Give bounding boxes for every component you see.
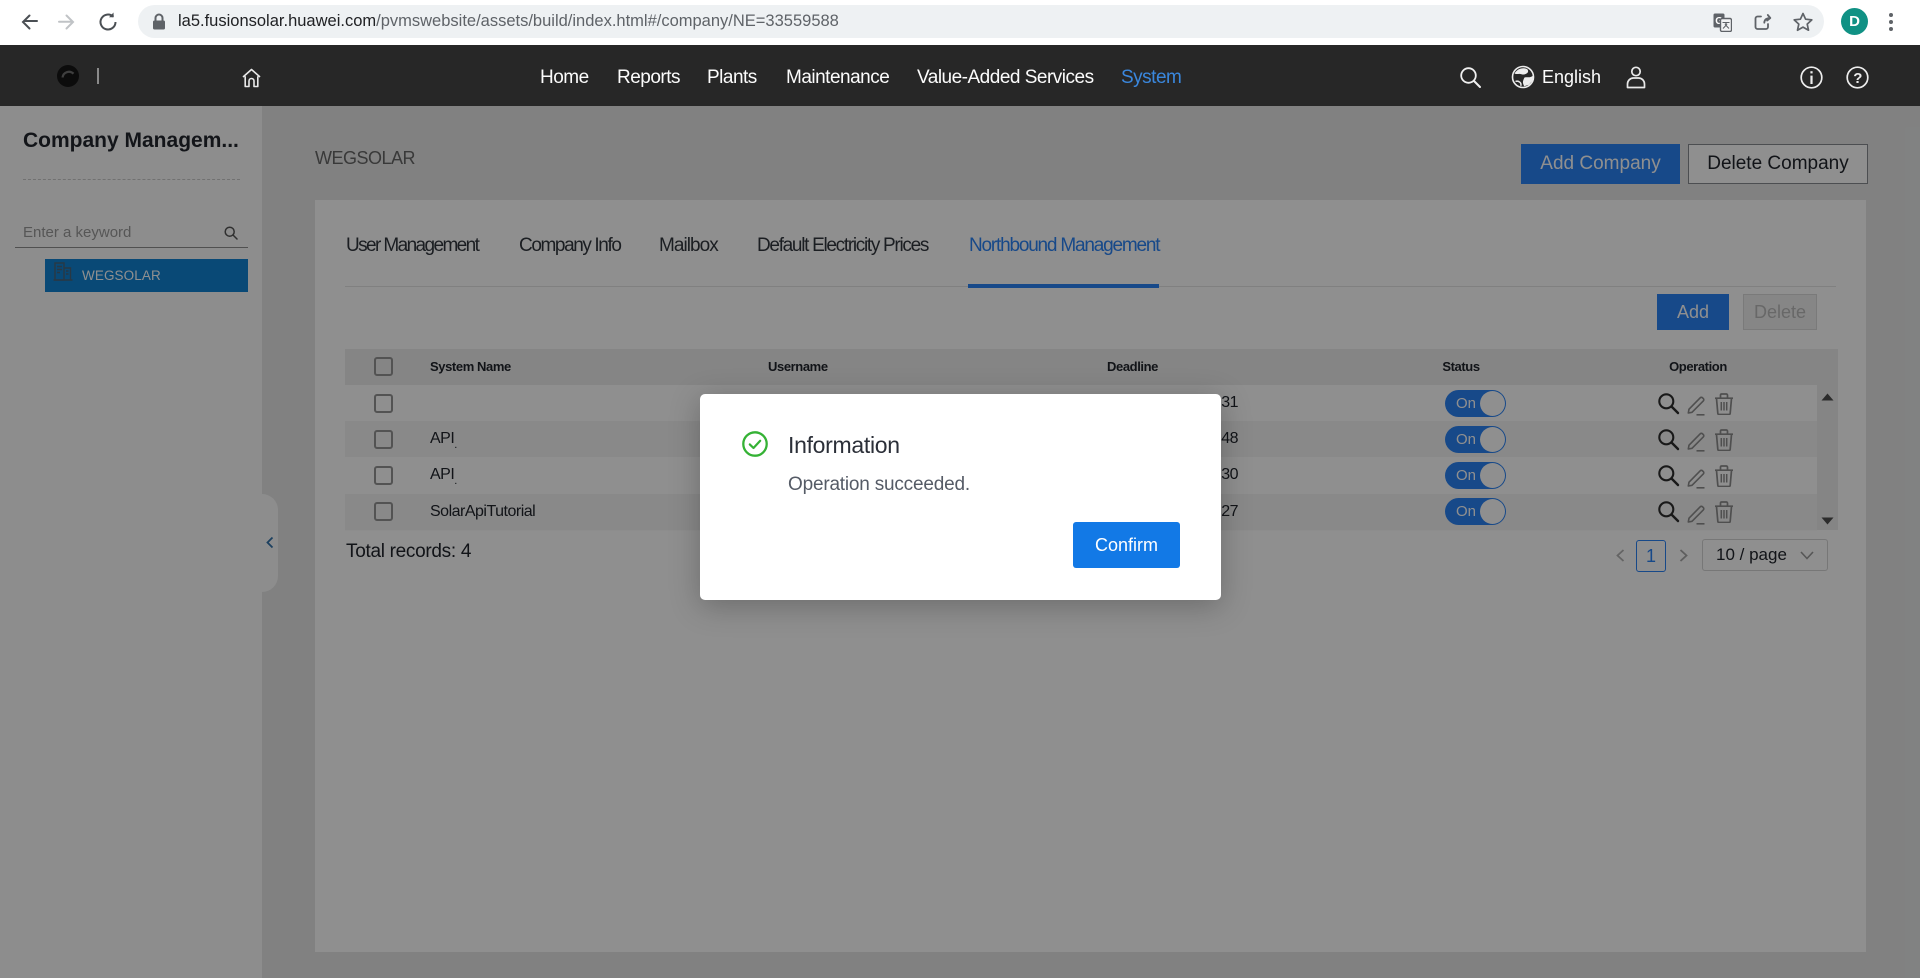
svg-text:?: ? xyxy=(1853,70,1862,87)
